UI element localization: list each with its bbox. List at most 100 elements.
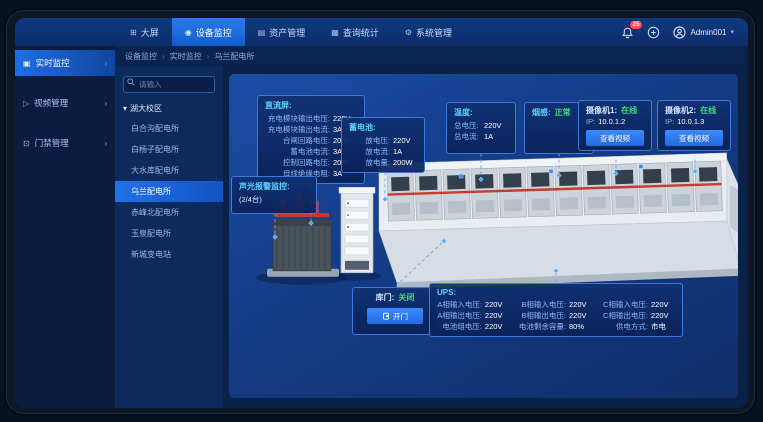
asset-icon: ▤ (258, 28, 266, 37)
sidebar-item-video-management[interactable]: ▷ 视频管理 › (15, 90, 115, 116)
tab-dashboard-label: 大屏 (141, 26, 159, 39)
app-window: ⊞ 大屏 ◉ 设备监控 ▤ 资产管理 ▦ 查询统计 ⚙ 系统管理 25 (15, 18, 748, 408)
breadcrumb: 设备监控 › 实时监控 › 乌兰配电所 (115, 46, 748, 66)
battery-title: 蓄电池: (349, 122, 417, 133)
open-door-button[interactable]: 开门 (367, 308, 423, 324)
battery-row-value: 1A (393, 146, 417, 157)
dc-row-label: 充电模块输出电流: (265, 124, 330, 135)
breadcrumb-separator: › (207, 52, 210, 61)
smoke-status: 正常 (555, 107, 571, 118)
temperature-title: 温度: (454, 107, 508, 118)
open-door-button-label: 开门 (393, 311, 408, 322)
user-avatar-icon (673, 26, 686, 39)
tab-device-monitor[interactable]: ◉ 设备监控 (172, 18, 245, 46)
battery-panel: 蓄电池: 放电压:220V 放电流:1A 放电量:200W (341, 117, 425, 173)
user-name: Admin001 (690, 28, 726, 37)
temperature-row-value: 1A (484, 131, 508, 142)
temperature-panel: 温度: 总电压:220V 总电流:1A (446, 102, 516, 154)
tree-item-station-1[interactable]: 白合沟配电所 (115, 118, 223, 139)
ups-row-value: 220V (485, 321, 509, 332)
tab-device-monitor-label: 设备监控 (196, 26, 232, 39)
camera2-panel: 摄像机2: 在线 IP:10.0.1.3 查看视频 (657, 100, 731, 151)
chevron-right-icon: › (104, 99, 107, 108)
tab-asset-management[interactable]: ▤ 资产管理 (245, 18, 319, 46)
control-cabinet-graphic (339, 187, 375, 272)
battery-row-label: 放电流: (349, 146, 390, 157)
ups-row-value: 80% (569, 321, 593, 332)
dc-row-label: 充电模块输出电压: (265, 113, 330, 124)
chevron-right-icon: › (104, 59, 107, 68)
tree-search (123, 74, 215, 93)
breadcrumb-item-2[interactable]: 实时监控 (170, 51, 202, 62)
ups-row-label: B相输出电压: (519, 310, 566, 321)
door-panel: 库门: 关闭 开门 (352, 287, 438, 335)
breadcrumb-item-1[interactable]: 设备监控 (125, 51, 157, 62)
left-sidebar: ▣ 实时监控 › ▷ 视频管理 › ⊡ 门禁管理 › (15, 46, 115, 408)
alarm-value: (2/4台) (239, 194, 309, 205)
tree-item-station-7[interactable]: 新城变电站 (115, 244, 223, 265)
camera1-title: 摄像机1: (586, 105, 617, 116)
tab-query-statistics[interactable]: ▦ 查询统计 (318, 18, 392, 46)
user-caret-icon: ▾ (730, 28, 734, 36)
sidebar-item-realtime-label: 实时监控 (36, 57, 70, 69)
sidebar-item-access-management[interactable]: ⊡ 门禁管理 › (15, 130, 115, 156)
battery-row-value: 200W (393, 157, 417, 168)
tree-item-station-2[interactable]: 白杨子配电所 (115, 139, 223, 160)
ups-row-value: 220V (651, 299, 675, 310)
station-tree-panel: ▾ 湖大校区 白合沟配电所 白杨子配电所 大水库配电所 乌兰配电所 赤峰北配电所… (115, 66, 223, 408)
tree-item-station-5[interactable]: 赤峰北配电所 (115, 202, 223, 223)
navbar-right-cluster: 25 Admin001 ▾ (621, 18, 748, 46)
sidebar-item-video-label: 视频管理 (34, 97, 68, 109)
ups-row-label: A相输入电压: (437, 299, 482, 310)
monitor-icon: ◉ (185, 28, 192, 37)
camera1-view-video-button[interactable]: 查看视频 (586, 130, 644, 146)
tab-system-management[interactable]: ⚙ 系统管理 (392, 18, 465, 46)
caret-down-icon: ▾ (123, 104, 127, 113)
realtime-monitor-icon: ▣ (23, 59, 31, 68)
ups-row-label: 电池剩余容量: (519, 321, 566, 332)
battery-row-label: 放电量: (349, 157, 390, 168)
breadcrumb-item-3[interactable]: 乌兰配电所 (214, 51, 254, 62)
camera2-title: 摄像机2: (665, 105, 696, 116)
sidebar-item-access-label: 门禁管理 (35, 137, 69, 149)
tab-asset-management-label: 资产管理 (269, 26, 305, 39)
tree-item-station-6[interactable]: 玉泉配电所 (115, 223, 223, 244)
tree-item-station-4-selected[interactable]: 乌兰配电所 (115, 181, 223, 202)
tab-query-statistics-label: 查询统计 (343, 26, 379, 39)
tab-system-management-label: 系统管理 (416, 26, 452, 39)
camera1-ip-label: IP: (586, 116, 595, 127)
tree-item-station-3[interactable]: 大水库配电所 (115, 160, 223, 181)
camera1-status: 在线 (621, 105, 637, 116)
camera2-ip: 10.0.1.3 (677, 116, 704, 127)
query-icon: ▦ (331, 28, 339, 37)
tree-root-label: 湖大校区 (130, 103, 162, 114)
temperature-row-value: 220V (484, 120, 508, 131)
camera2-ip-label: IP: (665, 116, 674, 127)
video-management-icon: ▷ (23, 99, 29, 108)
system-icon: ⚙ (405, 28, 412, 37)
ups-row-value: 220V (485, 299, 509, 310)
ups-panel: UPS: A相输入电压:220V A相输出电压:220V 电池组电压:220V … (429, 283, 683, 337)
tab-dashboard[interactable]: ⊞ 大屏 (117, 18, 172, 46)
dc-row-label: 合闸回路电压: (265, 135, 330, 146)
ups-row-label: 供电方式: (603, 321, 648, 332)
ups-row-label: C相输入电压: (603, 299, 648, 310)
dc-row-label: 蓄电池电流: (265, 146, 330, 157)
station-3d-view: 直流屏: 充电模块输出电压:220V 充电模块输出电流:3A 合闸回路电压:20… (229, 74, 738, 398)
notifications-button[interactable]: 25 (621, 26, 634, 39)
user-menu[interactable]: Admin001 ▾ (673, 26, 734, 39)
dc-row-label: 控制回路电压: (265, 157, 330, 168)
breadcrumb-separator: › (162, 52, 165, 61)
search-icon (127, 78, 135, 86)
sidebar-item-realtime-monitor[interactable]: ▣ 实时监控 › (15, 50, 115, 76)
camera2-status: 在线 (700, 105, 716, 116)
ups-row-value: 220V (569, 299, 593, 310)
temperature-row-label: 总电流: (454, 131, 481, 142)
camera2-view-video-button[interactable]: 查看视频 (665, 130, 723, 146)
fullscreen-button[interactable] (647, 26, 660, 39)
ups-row-value: 市电 (651, 321, 675, 332)
battery-row-value: 220V (393, 135, 417, 146)
search-input[interactable] (123, 76, 215, 93)
tree-root-node[interactable]: ▾ 湖大校区 (123, 103, 215, 114)
ups-column-b: B相输入电压:220V B相输出电压:220V 电池剩余容量:80% (519, 299, 593, 332)
